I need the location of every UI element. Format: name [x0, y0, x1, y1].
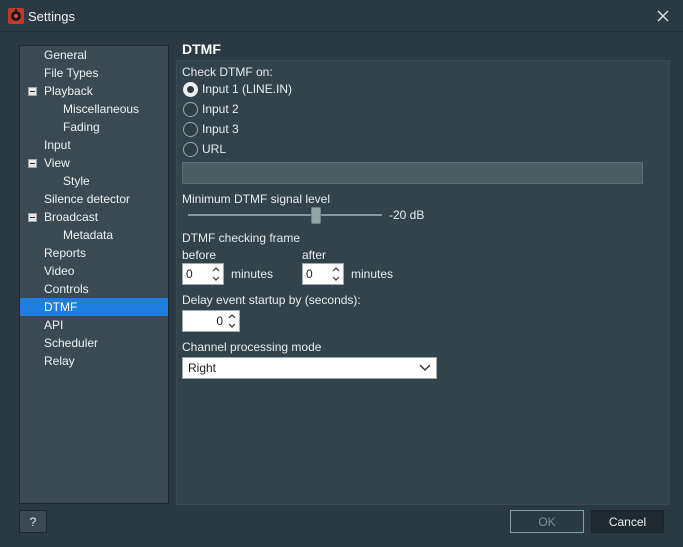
- sidebar-item-label: Broadcast: [44, 210, 99, 224]
- after-minutes-value: 0: [306, 267, 313, 281]
- sidebar-item-label: Fading: [63, 120, 100, 134]
- page-title: DTMF: [182, 41, 221, 57]
- delay-seconds-value: 0: [216, 314, 223, 328]
- delay-seconds-spinbox[interactable]: 0: [182, 310, 240, 332]
- dtmf-settings-panel: [176, 60, 670, 505]
- sidebar-item-fading[interactable]: Fading: [20, 118, 168, 136]
- sidebar-item-label: Reports: [44, 246, 87, 260]
- sidebar-item-label: Miscellaneous: [63, 102, 140, 116]
- sidebar-item-label: General: [44, 48, 87, 62]
- before-minutes-spinbox[interactable]: 0: [182, 263, 224, 285]
- collapse-icon[interactable]: [28, 213, 37, 222]
- ok-button[interactable]: OK: [510, 510, 584, 533]
- sidebar-item-scheduler[interactable]: Scheduler: [20, 334, 168, 352]
- radio-label: Input 1 (LINE.IN): [202, 82, 293, 96]
- chevron-down-icon[interactable]: [211, 274, 221, 283]
- after-minutes-spinbox[interactable]: 0: [302, 263, 344, 285]
- sidebar-item-api[interactable]: API: [20, 316, 168, 334]
- before-minutes-unit: minutes: [231, 267, 274, 281]
- chevron-down-icon: [419, 364, 431, 371]
- sidebar-item-label: Relay: [44, 354, 75, 368]
- radio-button[interactable]: [183, 82, 198, 97]
- channel-mode-value: Right: [188, 361, 217, 375]
- sidebar-item-broadcast[interactable]: Broadcast: [20, 208, 168, 226]
- radio-label: URL: [202, 142, 227, 156]
- sidebar-item-label: Metadata: [63, 228, 114, 242]
- sidebar-item-silence-detector[interactable]: Silence detector: [20, 190, 168, 208]
- sidebar-item-file-types[interactable]: File Types: [20, 64, 168, 82]
- check-dtmf-on-label: Check DTMF on:: [182, 65, 273, 79]
- sidebar-item-playback[interactable]: Playback: [20, 82, 168, 100]
- min-signal-level-label: Minimum DTMF signal level: [182, 192, 331, 206]
- radio-button[interactable]: [183, 102, 198, 117]
- after-minutes-unit: minutes: [351, 267, 394, 281]
- close-button[interactable]: [653, 6, 673, 26]
- sidebar-item-style[interactable]: Style: [20, 172, 168, 190]
- sidebar-item-label: File Types: [44, 66, 99, 80]
- title-bar: Settings: [0, 0, 683, 32]
- sidebar-item-label: Scheduler: [44, 336, 99, 350]
- sidebar-item-label: DTMF: [44, 300, 78, 314]
- radio-label: Input 2: [202, 102, 239, 116]
- collapse-icon[interactable]: [28, 159, 37, 168]
- app-settings-icon: [8, 8, 24, 24]
- checking-frame-label: DTMF checking frame: [182, 231, 301, 245]
- sidebar-item-label: Silence detector: [44, 192, 131, 206]
- signal-level-slider-handle[interactable]: [311, 207, 322, 224]
- signal-level-value: -20 dB: [389, 208, 425, 222]
- sidebar-item-input[interactable]: Input: [20, 136, 168, 154]
- sidebar-item-video[interactable]: Video: [20, 262, 168, 280]
- sidebar-item-dtmf[interactable]: DTMF: [20, 298, 168, 316]
- close-icon: [657, 10, 669, 22]
- cancel-button[interactable]: Cancel: [591, 510, 664, 533]
- chevron-down-icon[interactable]: [227, 321, 237, 330]
- sidebar-item-label: Video: [44, 264, 75, 278]
- chevron-up-icon[interactable]: [227, 312, 237, 321]
- sidebar-item-reports[interactable]: Reports: [20, 244, 168, 262]
- channel-mode-label: Channel processing mode: [182, 340, 322, 354]
- sidebar-item-view[interactable]: View: [20, 154, 168, 172]
- sidebar-item-general[interactable]: General: [20, 46, 168, 64]
- sidebar-item-metadata[interactable]: Metadata: [20, 226, 168, 244]
- sidebar-item-controls[interactable]: Controls: [20, 280, 168, 298]
- chevron-up-icon[interactable]: [211, 265, 221, 274]
- sidebar-item-miscellaneous[interactable]: Miscellaneous: [20, 100, 168, 118]
- sidebar-item-label: Style: [63, 174, 90, 188]
- before-label: before: [182, 248, 217, 262]
- sidebar-item-label: Playback: [44, 84, 93, 98]
- channel-mode-select[interactable]: Right: [182, 357, 437, 379]
- chevron-up-icon[interactable]: [331, 265, 341, 274]
- after-label: after: [302, 248, 327, 262]
- before-minutes-value: 0: [186, 267, 193, 281]
- radio-label: Input 3: [202, 122, 239, 136]
- sidebar-item-label: Controls: [44, 282, 89, 296]
- collapse-icon[interactable]: [28, 87, 37, 96]
- chevron-down-icon[interactable]: [331, 274, 341, 283]
- delay-startup-label: Delay event startup by (seconds):: [182, 293, 361, 307]
- settings-category-tree[interactable]: General File Types Playback Miscellaneou…: [19, 45, 169, 504]
- help-button[interactable]: ?: [19, 510, 47, 533]
- sidebar-item-label: API: [44, 318, 64, 332]
- url-input[interactable]: [182, 162, 643, 184]
- sidebar-item-label: Input: [44, 138, 71, 152]
- radio-button[interactable]: [183, 142, 198, 157]
- sidebar-item-relay[interactable]: Relay: [20, 352, 168, 370]
- signal-level-slider-track[interactable]: [188, 214, 382, 216]
- window-title: Settings: [28, 9, 75, 24]
- radio-button[interactable]: [183, 122, 198, 137]
- sidebar-item-label: View: [44, 156, 70, 170]
